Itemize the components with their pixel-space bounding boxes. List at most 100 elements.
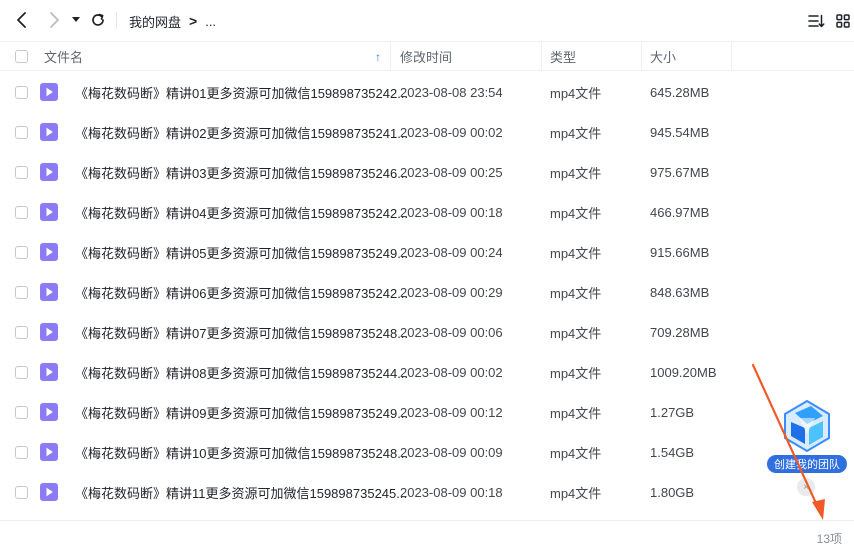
video-file-icon bbox=[40, 112, 58, 152]
row-checkbox[interactable] bbox=[15, 445, 28, 459]
back-button[interactable] bbox=[10, 8, 34, 32]
table-row[interactable]: 《梅花数码断》精讲04更多资源可加微信159898735242... 2023-0… bbox=[0, 192, 854, 232]
file-name[interactable]: 《梅花数码断》精讲03更多资源可加微信159898735246... bbox=[75, 152, 408, 192]
row-checkbox[interactable] bbox=[15, 325, 28, 339]
file-size: 915.66MB bbox=[650, 244, 710, 260]
video-file-icon bbox=[40, 392, 58, 432]
row-checkbox-cell bbox=[15, 152, 28, 192]
file-name[interactable]: 《梅花数码断》精讲05更多资源可加微信159898735249... bbox=[75, 232, 408, 272]
row-checkbox-cell bbox=[15, 472, 28, 512]
file-type: mp4文件 bbox=[550, 85, 602, 101]
row-checkbox[interactable] bbox=[15, 205, 28, 219]
file-size: 645.28MB bbox=[650, 84, 710, 100]
grid-view-button[interactable] bbox=[834, 12, 852, 30]
row-checkbox[interactable] bbox=[15, 85, 28, 99]
file-name[interactable]: 《梅花数码断》精讲02更多资源可加微信159898735241... bbox=[75, 112, 408, 152]
table-row[interactable]: 《梅花数码断》精讲10更多资源可加微信159898735248... 2023-0… bbox=[0, 432, 854, 472]
video-file-icon bbox=[40, 312, 58, 352]
file-name[interactable]: 《梅花数码断》精讲01更多资源可加微信159898735242... bbox=[75, 72, 408, 112]
file-modified-time: 2023-08-09 00:02 bbox=[400, 124, 503, 140]
history-dropdown-button[interactable] bbox=[65, 8, 87, 32]
close-widget-button[interactable]: × bbox=[797, 478, 815, 496]
video-file-icon bbox=[40, 352, 58, 392]
team-logo-icon bbox=[784, 399, 830, 453]
row-checkbox-cell bbox=[15, 112, 28, 152]
file-size: 975.67MB bbox=[650, 164, 710, 180]
column-header-name-label: 文件名 bbox=[44, 50, 84, 65]
sort-button[interactable] bbox=[807, 12, 825, 30]
select-all-checkbox-cell bbox=[15, 42, 28, 71]
file-type: mp4文件 bbox=[550, 405, 602, 421]
video-file-icon bbox=[40, 152, 58, 192]
file-name[interactable]: 《梅花数码断》精讲08更多资源可加微信159898735244... bbox=[75, 352, 408, 392]
column-divider[interactable] bbox=[541, 42, 542, 71]
file-type: mp4文件 bbox=[550, 245, 602, 261]
file-type: mp4文件 bbox=[550, 485, 602, 501]
breadcrumb-more[interactable]: ... bbox=[205, 14, 216, 29]
table-row[interactable]: 《梅花数码断》精讲03更多资源可加微信159898735246... 2023-0… bbox=[0, 152, 854, 192]
row-checkbox[interactable] bbox=[15, 485, 28, 499]
video-file-icon bbox=[40, 472, 58, 512]
column-header-type[interactable]: 类型 bbox=[550, 42, 576, 71]
file-modified-time: 2023-08-09 00:18 bbox=[400, 484, 503, 500]
sort-ascending-icon: ↑ bbox=[375, 49, 381, 64]
video-file-icon bbox=[40, 72, 58, 112]
file-type: mp4文件 bbox=[550, 325, 602, 341]
file-type: mp4文件 bbox=[550, 165, 602, 181]
column-header-modified-label: 修改时间 bbox=[400, 50, 453, 65]
breadcrumb: 我的网盘 > ... bbox=[129, 12, 216, 30]
file-modified-time: 2023-08-09 00:25 bbox=[400, 164, 503, 180]
row-checkbox[interactable] bbox=[15, 365, 28, 379]
column-header-size[interactable]: 大小 bbox=[650, 42, 676, 71]
file-name[interactable]: 《梅花数码断》精讲06更多资源可加微信159898735242... bbox=[75, 272, 408, 312]
table-row[interactable]: 《梅花数码断》精讲02更多资源可加微信159898735241... 2023-0… bbox=[0, 112, 854, 152]
select-all-checkbox[interactable] bbox=[15, 50, 28, 63]
table-row[interactable]: 《梅花数码断》精讲08更多资源可加微信159898735244... 2023-0… bbox=[0, 352, 854, 392]
file-size: 466.97MB bbox=[650, 204, 710, 220]
breadcrumb-root[interactable]: 我的网盘 bbox=[129, 12, 181, 31]
table-row[interactable]: 《梅花数码断》精讲07更多资源可加微信159898735248... 2023-0… bbox=[0, 312, 854, 352]
column-divider[interactable] bbox=[731, 42, 732, 71]
row-checkbox[interactable] bbox=[15, 285, 28, 299]
column-header-name[interactable]: 文件名 ↑ bbox=[44, 42, 390, 71]
row-checkbox-cell bbox=[15, 392, 28, 432]
file-modified-time: 2023-08-08 23:54 bbox=[400, 84, 503, 100]
table-row[interactable]: 《梅花数码断》精讲05更多资源可加微信159898735249... 2023-0… bbox=[0, 232, 854, 272]
create-team-widget[interactable]: 创建我的团队 bbox=[766, 398, 848, 478]
file-modified-time: 2023-08-09 00:18 bbox=[400, 204, 503, 220]
video-file-icon bbox=[40, 232, 58, 272]
sort-list-icon bbox=[807, 14, 825, 28]
file-modified-time: 2023-08-09 00:09 bbox=[400, 444, 503, 460]
top-navigation-bar: 我的网盘 > ... bbox=[0, 0, 854, 41]
file-name[interactable]: 《梅花数码断》精讲04更多资源可加微信159898735242... bbox=[75, 192, 408, 232]
forward-button[interactable] bbox=[42, 8, 66, 32]
row-checkbox[interactable] bbox=[15, 125, 28, 139]
table-row[interactable]: 《梅花数码断》精讲11更多资源可加微信159898735245... 2023-0… bbox=[0, 472, 854, 512]
row-checkbox-cell bbox=[15, 432, 28, 472]
column-header-modified[interactable]: 修改时间 bbox=[400, 42, 452, 71]
file-type: mp4文件 bbox=[550, 205, 602, 221]
file-name[interactable]: 《梅花数码断》精讲07更多资源可加微信159898735248... bbox=[75, 312, 408, 352]
chevron-right-icon bbox=[50, 12, 59, 28]
file-name[interactable]: 《梅花数码断》精讲11更多资源可加微信159898735245... bbox=[75, 472, 407, 512]
file-size: 1009.20MB bbox=[650, 364, 717, 380]
table-row[interactable]: 《梅花数码断》精讲09更多资源可加微信159898735249... 2023-0… bbox=[0, 392, 854, 432]
row-checkbox-cell bbox=[15, 72, 28, 112]
table-row[interactable]: 《梅花数码断》精讲01更多资源可加微信159898735242... 2023-0… bbox=[0, 72, 854, 112]
file-size: 1.27GB bbox=[650, 404, 695, 420]
refresh-button[interactable] bbox=[86, 8, 110, 32]
column-divider[interactable] bbox=[390, 42, 391, 71]
file-modified-time: 2023-08-09 00:29 bbox=[400, 284, 503, 300]
breadcrumb-chevron: > bbox=[189, 13, 198, 29]
column-divider[interactable] bbox=[641, 42, 642, 71]
row-checkbox[interactable] bbox=[15, 405, 28, 419]
row-checkbox[interactable] bbox=[15, 165, 28, 179]
video-file-icon bbox=[40, 192, 58, 232]
row-checkbox-cell bbox=[15, 192, 28, 232]
file-name[interactable]: 《梅花数码断》精讲10更多资源可加微信159898735248... bbox=[75, 432, 408, 472]
caret-down-icon bbox=[72, 17, 80, 22]
row-checkbox-cell bbox=[15, 312, 28, 352]
row-checkbox[interactable] bbox=[15, 245, 28, 259]
table-row[interactable]: 《梅花数码断》精讲06更多资源可加微信159898735242... 2023-0… bbox=[0, 272, 854, 312]
file-name[interactable]: 《梅花数码断》精讲09更多资源可加微信159898735249... bbox=[75, 392, 408, 432]
